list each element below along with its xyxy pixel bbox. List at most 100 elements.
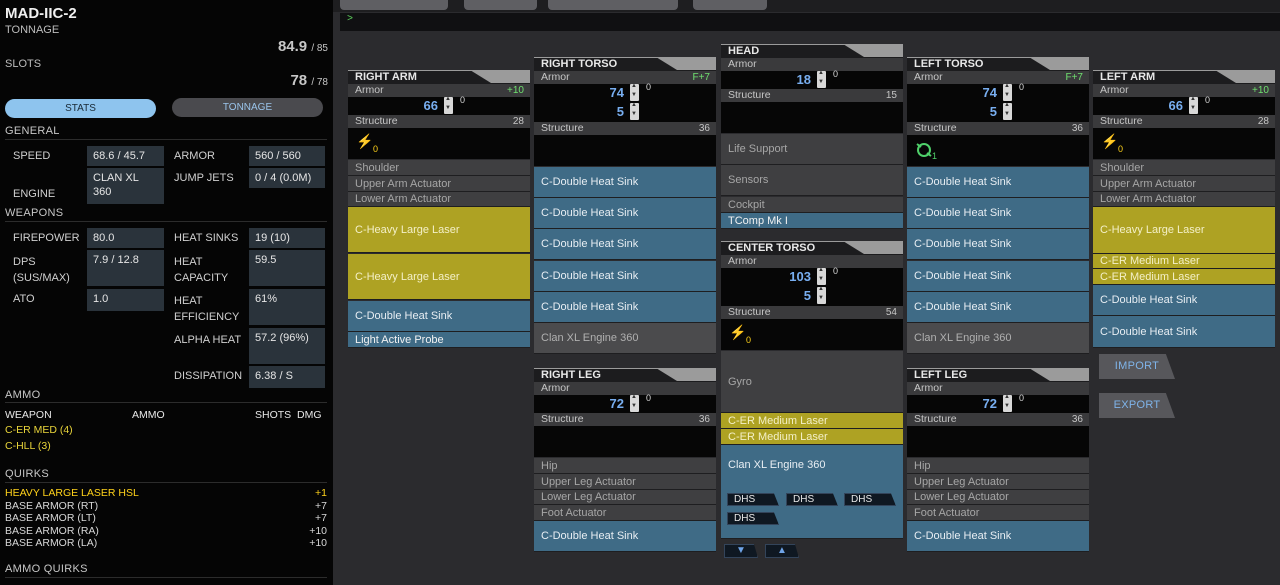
engine-heatsink-slot[interactable]: DHS: [844, 493, 896, 506]
slot-item[interactable]: C-Double Heat Sink: [534, 229, 716, 260]
armor-spinner[interactable]: [630, 102, 639, 120]
armor-spinner[interactable]: [1003, 102, 1012, 120]
slot-item[interactable]: C-Double Heat Sink: [907, 198, 1089, 229]
slot-item[interactable]: C-Double Heat Sink: [534, 261, 716, 292]
slot-item[interactable]: Lower Arm Actuator: [348, 192, 530, 207]
toolbar-button[interactable]: [340, 0, 448, 10]
slot-item[interactable]: C-Heavy Large Laser: [348, 254, 530, 300]
toolbar-button[interactable]: [693, 0, 767, 10]
slot-item[interactable]: Foot Actuator: [907, 505, 1089, 521]
armor-rear-value[interactable]: 5: [781, 288, 811, 303]
armor-spinner[interactable]: [1189, 96, 1198, 114]
slot-item[interactable]: Shoulder: [1093, 160, 1275, 176]
structure-label: Structure: [541, 122, 584, 134]
ecm-hardpoint-icon: [916, 143, 932, 157]
toolbar-button[interactable]: [464, 0, 537, 10]
slot-item[interactable]: C-Heavy Large Laser: [1093, 207, 1275, 254]
slot-item[interactable]: C-Double Heat Sink: [1093, 316, 1275, 348]
slot-item[interactable]: C-Double Heat Sink: [534, 198, 716, 229]
quirk-item: HEAVY LARGE LASER HSL +1: [5, 487, 327, 500]
armor-spinner[interactable]: [817, 267, 826, 285]
tab-tonnage[interactable]: TONNAGE: [172, 98, 323, 117]
slot-item[interactable]: C-Double Heat Sink: [348, 301, 530, 332]
quirk-name: BASE ARMOR (LT): [5, 512, 96, 524]
slot-item[interactable]: C-ER Medium Laser: [721, 413, 903, 429]
import-button[interactable]: IMPORT: [1099, 354, 1175, 379]
engine-heatsink-slot[interactable]: DHS: [727, 493, 779, 506]
armor-rear-value[interactable]: 5: [594, 104, 624, 119]
slot-item[interactable]: C-Double Heat Sink: [907, 292, 1089, 323]
armor-front-value[interactable]: 74: [594, 85, 624, 100]
slot-item[interactable]: TComp Mk I: [721, 213, 903, 229]
ammo-row: C-HLL (3): [5, 440, 51, 452]
slots-value: 78 / 78: [250, 72, 328, 89]
slot-item[interactable]: Lower Leg Actuator: [534, 490, 716, 505]
slot-item[interactable]: Hip: [534, 458, 716, 474]
quirk-item: BASE ARMOR (LT) +7: [5, 512, 327, 525]
armor-label: Armor: [728, 255, 757, 267]
armor-rear-value[interactable]: 5: [967, 104, 997, 119]
slot-item[interactable]: C-Heavy Large Laser: [348, 207, 530, 253]
panel-title-text: RIGHT ARM: [355, 71, 417, 83]
slot-item[interactable]: Clan XL Engine 360: [534, 323, 716, 354]
slot-item[interactable]: C-Double Heat Sink: [907, 167, 1089, 198]
armor-value[interactable]: 72: [967, 396, 997, 411]
toolbar-button[interactable]: [548, 0, 678, 10]
slot-item[interactable]: C-Double Heat Sink: [907, 521, 1089, 552]
armor-spinner[interactable]: [630, 83, 639, 101]
armor-spinner[interactable]: [630, 394, 639, 412]
engine-down-button[interactable]: ▼: [724, 544, 758, 558]
slot-item[interactable]: C-Double Heat Sink: [1093, 285, 1275, 316]
slot-item[interactable]: Upper Arm Actuator: [348, 176, 530, 192]
armor-row: Armor +10: [1093, 84, 1275, 97]
slot-item[interactable]: C-ER Medium Laser: [1093, 269, 1275, 285]
slot-item[interactable]: Cockpit: [721, 197, 903, 213]
title-bevel: [656, 57, 716, 70]
slot-item[interactable]: Life Support: [721, 134, 903, 165]
slot-item[interactable]: C-Double Heat Sink: [534, 167, 716, 198]
armor-front-value[interactable]: 103: [781, 269, 811, 284]
slot-item[interactable]: Shoulder: [348, 160, 530, 176]
engine-heatsink-slot[interactable]: DHS: [786, 493, 838, 506]
armor-value[interactable]: 72: [594, 396, 624, 411]
armor-spinner[interactable]: [817, 286, 826, 304]
export-button[interactable]: EXPORT: [1099, 393, 1175, 418]
slot-item[interactable]: Foot Actuator: [534, 505, 716, 521]
slot-item[interactable]: Upper Leg Actuator: [534, 474, 716, 490]
slot-item[interactable]: C-Double Heat Sink: [907, 261, 1089, 292]
armor-spinner[interactable]: [1003, 83, 1012, 101]
engine-up-button[interactable]: ▲: [765, 544, 799, 558]
slot-item[interactable]: Clan XL Engine 360: [907, 323, 1089, 354]
slots-current: 78: [290, 72, 308, 89]
engine-slot[interactable]: Clan XL Engine 360 DHS DHS DHS DHS: [721, 445, 903, 539]
slot-item[interactable]: Light Active Probe: [348, 332, 530, 348]
armor-spinner[interactable]: [444, 96, 453, 114]
tab-stats[interactable]: STATS: [5, 99, 156, 118]
armor-value[interactable]: 66: [1153, 98, 1183, 113]
slot-item[interactable]: Hip: [907, 458, 1089, 474]
quirk-value: +7: [315, 499, 327, 512]
armor-spinner[interactable]: [1003, 394, 1012, 412]
slot-item[interactable]: Upper Leg Actuator: [907, 474, 1089, 490]
engine-heatsink-slot[interactable]: DHS: [727, 512, 779, 525]
armor-value[interactable]: 18: [781, 72, 811, 87]
slot-item[interactable]: C-ER Medium Laser: [721, 429, 903, 445]
heatsinks-value: 19 (10): [249, 228, 325, 248]
heateff-label: HEAT EFFICIENCY: [174, 295, 240, 323]
slot-item[interactable]: Lower Arm Actuator: [1093, 192, 1275, 207]
slot-item[interactable]: Upper Arm Actuator: [1093, 176, 1275, 192]
slot-item[interactable]: C-Double Heat Sink: [907, 229, 1089, 260]
slot-item[interactable]: Sensors: [721, 165, 903, 196]
armor-spinner[interactable]: [817, 70, 826, 88]
slot-item[interactable]: Lower Leg Actuator: [907, 490, 1089, 505]
panel-title: CENTER TORSO: [721, 241, 903, 255]
armor-value[interactable]: 66: [408, 98, 438, 113]
slot-item[interactable]: C-ER Medium Laser: [1093, 254, 1275, 269]
slot-item[interactable]: C-Double Heat Sink: [534, 292, 716, 323]
slot-item[interactable]: C-Double Heat Sink: [534, 521, 716, 552]
armor-zero: 0: [646, 82, 652, 92]
command-bar[interactable]: >: [340, 13, 1280, 31]
slot-item[interactable]: Gyro: [721, 351, 903, 413]
structure-label: Structure: [728, 89, 771, 101]
armor-front-value[interactable]: 74: [967, 85, 997, 100]
